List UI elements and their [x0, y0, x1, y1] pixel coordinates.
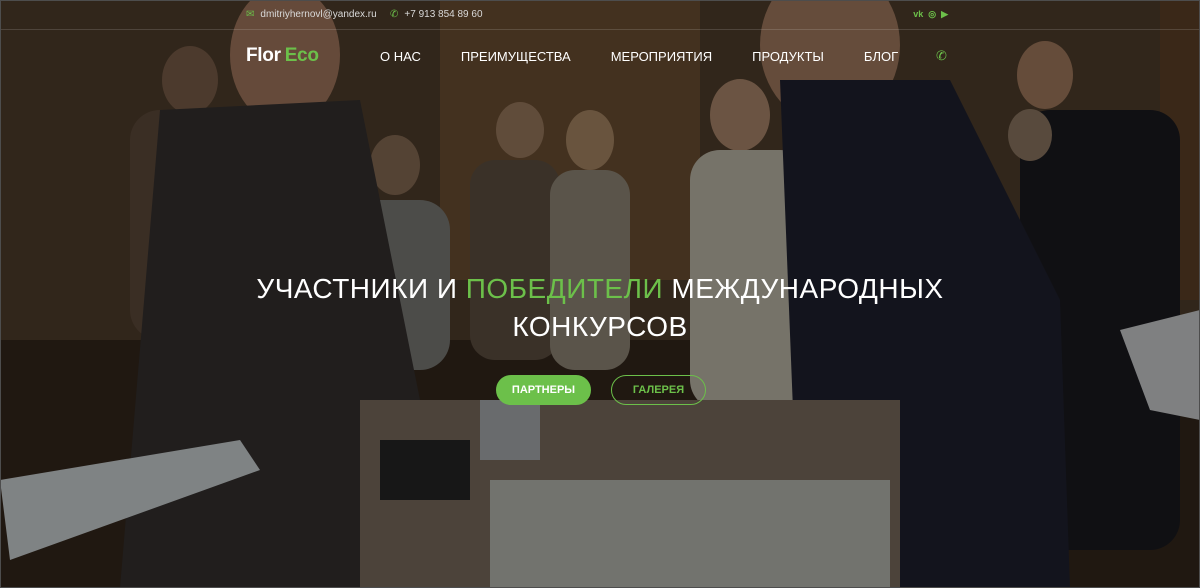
gallery-button[interactable]: ГАЛЕРЕЯ	[611, 375, 706, 405]
youtube-icon[interactable]: ▶	[941, 8, 948, 20]
whatsapp-icon[interactable]: ✆	[936, 48, 947, 64]
site-logo[interactable]: Flor Eco	[246, 45, 319, 67]
main-navigation: Flor Eco О НАС ПРЕИМУЩЕСТВА МЕРОПРИЯТИЯ П…	[0, 30, 1200, 82]
vk-icon[interactable]: vk	[913, 8, 923, 20]
instagram-icon[interactable]: ◎	[928, 8, 936, 20]
nav-item-products[interactable]: ПРОДУКТЫ	[752, 49, 824, 64]
logo-text-flor: Flor	[246, 45, 281, 66]
hero-title: УЧАСТНИКИ И ПОБЕДИТЕЛИ МЕЖДУНАРОДНЫХ КОН…	[0, 270, 1200, 346]
nav-item-blog[interactable]: БЛОГ	[864, 49, 898, 64]
nav-menu: О НАС ПРЕИМУЩЕСТВА МЕРОПРИЯТИЯ ПРОДУКТЫ …	[380, 48, 947, 64]
hero-title-part2: МЕЖДУНАРОДНЫХ	[671, 273, 944, 304]
envelope-icon: ✉	[246, 8, 255, 20]
email-contact[interactable]: ✉ dmitriyhernovl@yandex.ru	[246, 9, 377, 20]
top-contact-bar: ✉ dmitriyhernovl@yandex.ru ✆ +7 913 854 …	[0, 0, 1200, 30]
hero-title-line1: УЧАСТНИКИ И ПОБЕДИТЕЛИ МЕЖДУНАРОДНЫХ	[0, 270, 1200, 308]
partners-button[interactable]: ПАРТНЕРЫ	[496, 375, 591, 405]
logo-text-eco: Eco	[284, 45, 319, 66]
hero-title-highlight: ПОБЕДИТЕЛИ	[465, 273, 664, 304]
phone-text: +7 913 854 89 60	[404, 9, 483, 20]
nav-item-events[interactable]: МЕРОПРИЯТИЯ	[611, 49, 712, 64]
hero-title-part1: УЧАСТНИКИ И	[256, 273, 458, 304]
nav-item-advantages[interactable]: ПРЕИМУЩЕСТВА	[461, 49, 571, 64]
hero-title-line2: КОНКУРСОВ	[512, 311, 688, 342]
phone-contact[interactable]: ✆ +7 913 854 89 60	[390, 9, 483, 20]
email-text: dmitriyhernovl@yandex.ru	[260, 9, 377, 20]
nav-item-about[interactable]: О НАС	[380, 49, 421, 64]
phone-icon: ✆	[390, 8, 399, 20]
social-links: vk ◎ ▶	[913, 8, 948, 20]
